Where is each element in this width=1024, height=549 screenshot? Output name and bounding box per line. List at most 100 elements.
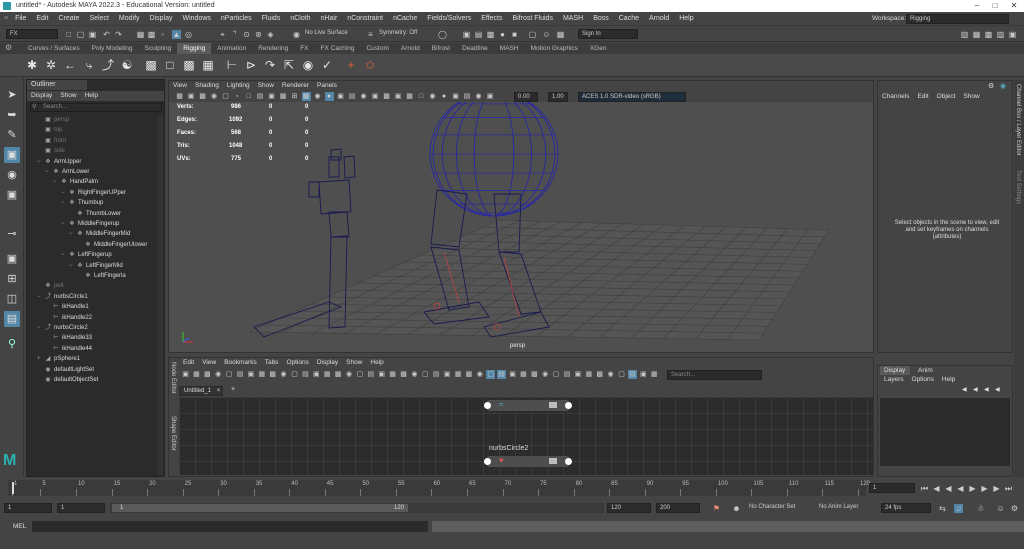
panel-toggle-2-icon[interactable]: ▦ <box>972 30 981 39</box>
node-editor-tool-icon[interactable]: ▦ <box>388 370 397 379</box>
node-editor-tool-icon[interactable]: ▤ <box>563 370 572 379</box>
motion-blur-icon[interactable]: ▦ <box>405 92 414 101</box>
shelf-tab-curves-surfaces[interactable]: Curves / Surfaces <box>22 43 86 54</box>
node-editor-search[interactable]: Search... <box>667 370 762 380</box>
node-editor-tool-icon[interactable]: ▩ <box>595 370 604 379</box>
node-editor-tool-icon[interactable]: ▩ <box>334 370 343 379</box>
node-editor-tool-icon[interactable]: ▢ <box>552 370 561 379</box>
menu-bifrost-fluids[interactable]: Bifrost Fluids <box>507 12 557 26</box>
select-component-icon[interactable]: ▫ <box>158 30 167 39</box>
select-tool-icon[interactable]: ➤ <box>4 87 20 103</box>
grease-pencil-icon[interactable]: ▫ <box>233 92 242 101</box>
exposure-field[interactable]: 0.00 <box>514 92 538 102</box>
bookmarks-icon[interactable]: ▩ <box>198 92 207 101</box>
node-editor-tool-icon[interactable]: ◉ <box>410 370 419 379</box>
anim-layer-dropdown[interactable]: No Anim Layer <box>816 503 874 513</box>
wireframe-shaded-icon[interactable]: ▣ <box>486 92 495 101</box>
step-forward-frame-icon[interactable]: ▶ <box>980 484 989 493</box>
node-input-port[interactable] <box>484 402 491 409</box>
collapse-icon[interactable]: − <box>69 229 76 239</box>
screen-ao-icon[interactable]: ▣ <box>394 92 403 101</box>
node-editor-tool-icon[interactable]: ▣ <box>639 370 648 379</box>
cb-help-icon[interactable]: ◉ <box>1000 82 1006 90</box>
outliner-item[interactable]: − ⤴ nurbsCircle1 <box>37 292 88 302</box>
layer-menu-options[interactable]: Options <box>908 376 938 383</box>
layer-tab-display[interactable]: Display <box>880 366 910 375</box>
current-frame-field[interactable]: 1 <box>869 483 915 493</box>
outliner-item[interactable]: ❖ MiddleFingerUlower <box>77 240 147 250</box>
camera-attributes-icon[interactable]: ▣ <box>187 92 196 101</box>
cb-settings-icon[interactable]: ⚙ <box>988 82 994 90</box>
go-to-start-icon[interactable]: ⏮ <box>920 484 929 493</box>
live-surface-icon[interactable]: ◉ <box>292 30 301 39</box>
outliner-tab[interactable]: Outliner <box>27 80 87 90</box>
outliner-item[interactable]: − ❖ MiddleFingerMid <box>69 229 130 239</box>
safe-title-icon[interactable]: ◉ <box>313 92 322 101</box>
cluster-icon[interactable]: ✩ <box>362 57 378 73</box>
2d-pan-zoom-icon[interactable]: ▢ <box>221 92 230 101</box>
layer-move-down-icon[interactable]: ◀ <box>973 386 978 393</box>
node-editor-tool-icon[interactable]: ◉ <box>345 370 354 379</box>
menu-select[interactable]: Select <box>84 12 113 26</box>
history-icon[interactable]: ◯ <box>438 30 447 39</box>
node-editor-tool-icon[interactable]: ▢ <box>290 370 299 379</box>
search-layout-icon[interactable]: ⚲ <box>4 336 20 352</box>
node-attr-icon[interactable] <box>549 458 557 464</box>
gate-mask-icon[interactable]: ▦ <box>279 92 288 101</box>
menu-nhair[interactable]: nHair <box>316 12 343 26</box>
smooth-shade-icon[interactable]: ▣ <box>336 92 345 101</box>
shelf-tab-sculpting[interactable]: Sculpting <box>139 43 178 54</box>
safe-action-icon[interactable]: ▩ <box>301 92 311 101</box>
snap-surface-icon[interactable]: ◈ <box>266 30 275 39</box>
node-editor-tool-icon[interactable]: ▣ <box>377 370 386 379</box>
play-forward-icon[interactable]: ▶ <box>968 484 977 493</box>
locator-icon[interactable]: + <box>343 57 359 73</box>
node-editor-tool-icon[interactable]: ▣ <box>246 370 255 379</box>
outliner-item[interactable]: ⊢ ikHandle44 <box>45 344 92 354</box>
menu-fluids[interactable]: Fluids <box>257 12 286 26</box>
node-editor-tool-icon[interactable]: ◉ <box>475 370 484 379</box>
panel-toggle-4-icon[interactable]: ▨ <box>996 30 1005 39</box>
panel-toggle-5-icon[interactable]: ▣ <box>1008 30 1017 39</box>
outliner-search-input[interactable]: Search... <box>30 103 162 112</box>
xray-icon[interactable]: ▣ <box>451 92 460 101</box>
sign-in-button[interactable]: Sign In <box>578 29 638 39</box>
menu-fields-solvers[interactable]: Fields/Solvers <box>422 12 476 26</box>
render-icon[interactable]: ▣ <box>462 30 471 39</box>
play-back-icon[interactable]: ◀ <box>956 484 965 493</box>
shelf-tab-arnold[interactable]: Arnold <box>395 43 426 54</box>
layout-node-editor-icon[interactable]: ▤ <box>4 311 20 327</box>
node-editor-tool-icon[interactable]: ▩ <box>530 370 539 379</box>
paint-weights-icon[interactable]: ▩ <box>181 57 197 73</box>
range-slider-handle[interactable]: 1 120 <box>112 504 408 512</box>
menu-nparticles[interactable]: nParticles <box>216 12 257 26</box>
close-tab-icon[interactable]: × <box>217 388 221 394</box>
scale-tool-icon[interactable]: ▣ <box>4 187 20 203</box>
node-editor-tool-icon[interactable]: ▢ <box>486 370 496 379</box>
shelf-tab-rendering[interactable]: Rendering <box>252 43 294 54</box>
node-attr-icon[interactable] <box>549 402 557 408</box>
outliner-menu-show[interactable]: Show <box>56 91 80 101</box>
menu-mash[interactable]: MASH <box>558 12 588 26</box>
aim-constraint-icon[interactable]: ⊳ <box>243 57 259 73</box>
node-editor-tool-icon[interactable]: ▤ <box>236 370 245 379</box>
outliner-item[interactable]: ⊢ ikHandle33 <box>45 333 92 343</box>
anti-alias-icon[interactable]: □ <box>417 92 426 101</box>
pole-vector-icon[interactable]: ✓ <box>319 57 335 73</box>
playback-end-field[interactable]: 120 <box>607 503 651 513</box>
node-editor-tool-icon[interactable]: ▣ <box>573 370 582 379</box>
outliner-item[interactable]: + ◢ pSphere1 <box>37 354 80 364</box>
viewport-panel[interactable]: View Shading Lighting Show Renderer Pane… <box>168 80 874 353</box>
step-forward-key-icon[interactable]: ▶ <box>992 484 1001 493</box>
outliner-item[interactable]: − ❖ ArmUpper <box>37 157 81 167</box>
parent-constraint-icon[interactable]: ◉ <box>300 57 316 73</box>
viewport-menu-show[interactable]: Show <box>254 81 278 91</box>
sound-icon[interactable]: ♫ <box>954 504 963 513</box>
close-icon[interactable]: ✕ <box>1005 0 1023 12</box>
image-plane-icon[interactable]: ◉ <box>210 92 219 101</box>
use-all-lights-icon[interactable]: ▣ <box>371 92 380 101</box>
node-editor-side-tab[interactable]: Node Editor <box>170 362 176 407</box>
select-camera-icon[interactable]: ▦ <box>175 92 184 101</box>
colorspace-dropdown[interactable]: ACES 1.0 SDR-video (sRGB) <box>578 92 686 102</box>
four-view-icon[interactable]: ⊞ <box>4 271 20 287</box>
